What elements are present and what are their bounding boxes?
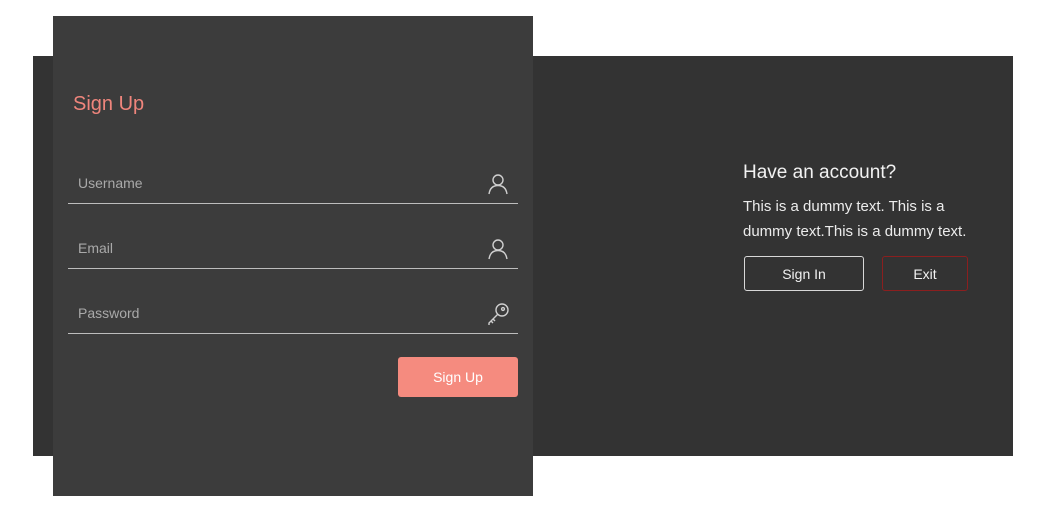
password-field: [68, 293, 518, 334]
password-input[interactable]: [68, 293, 478, 333]
username-input[interactable]: [68, 163, 478, 203]
signin-description: This is a dummy text. This is a dummy te…: [743, 198, 967, 240]
signup-title: Sign Up: [73, 93, 145, 115]
signin-heading: Have an account?: [743, 162, 897, 183]
signup-card: Sign Up Sign Up: [53, 16, 533, 496]
email-field: [68, 228, 518, 269]
signin-actions: Sign In Exit: [743, 256, 1003, 292]
exit-button[interactable]: Exit: [882, 256, 968, 291]
email-input[interactable]: [68, 228, 478, 268]
key-icon: [488, 303, 509, 325]
signup-button[interactable]: Sign Up: [398, 357, 518, 397]
username-field: [68, 163, 518, 204]
page: Sign Up Sign Up: [0, 0, 1051, 520]
signin-prompt: Have an account? This is a dummy text. T…: [743, 160, 1003, 292]
user-icon: [488, 239, 508, 260]
signin-button[interactable]: Sign In: [744, 256, 864, 291]
user-icon: [488, 174, 508, 195]
